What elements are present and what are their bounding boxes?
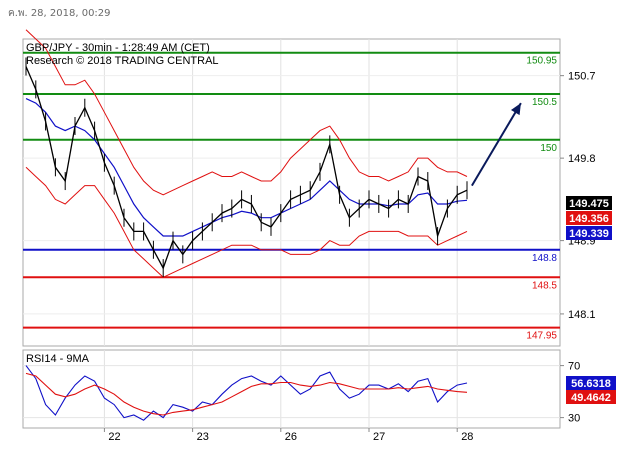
price-tag-label: 149.475 bbox=[569, 198, 609, 210]
chart-svg: 150.95 150.5 150 148.8 148.5 147.95 GBP/JPY -… bbox=[22, 29, 616, 443]
rsi-chart-title: RSI14 - 9MA bbox=[26, 353, 90, 365]
main-y-ticks: 150.7149.8148.9148.1 bbox=[560, 71, 596, 321]
x-tick-label: 26 bbox=[285, 431, 297, 443]
chart-timestamp: ค.พ. 28, 2018, 00:29 bbox=[8, 8, 111, 19]
level-label: 148.8 bbox=[532, 253, 557, 264]
level-label: 150.5 bbox=[532, 97, 557, 108]
rsi-price-tags: 56.6318 49.4642 bbox=[566, 376, 616, 404]
main-chart-title: GBP/JPY - 30min - 1:28:49 AM (CET) bbox=[26, 42, 210, 54]
rsi-tag-label: 49.4642 bbox=[571, 392, 611, 404]
level-label: 150.95 bbox=[526, 56, 557, 67]
level-label: 150 bbox=[540, 143, 557, 154]
price-tag-label: 149.356 bbox=[569, 213, 609, 225]
main-y-tick-label: 149.8 bbox=[568, 153, 596, 165]
x-tick-label: 28 bbox=[461, 431, 473, 443]
chart-root: ค.พ. 28, 2018, 00:29 150.95 150.5 150 148.8… bbox=[0, 0, 628, 459]
x-axis: 22 23 26 27 28 bbox=[103, 428, 473, 443]
main-y-tick-label: 148.1 bbox=[568, 309, 596, 321]
main-y-tick-label: 150.7 bbox=[568, 71, 596, 83]
rsi-y-tick-label: 30 bbox=[568, 413, 580, 425]
x-tick-label: 22 bbox=[108, 431, 120, 443]
main-chart-subtitle: Research © 2018 TRADING CENTRAL bbox=[26, 55, 219, 67]
rsi-tag-label: 56.6318 bbox=[571, 378, 611, 390]
price-tag-label: 149.339 bbox=[569, 228, 609, 240]
rsi-y-tick-label: 70 bbox=[568, 361, 580, 373]
main-price-tags: 149.475 149.356 149.339 bbox=[566, 196, 612, 240]
main-plot-frame bbox=[22, 38, 561, 347]
level-label: 148.5 bbox=[532, 280, 557, 291]
x-tick-label: 27 bbox=[373, 431, 385, 443]
x-tick-label: 23 bbox=[197, 431, 209, 443]
level-label: 147.95 bbox=[526, 331, 557, 342]
